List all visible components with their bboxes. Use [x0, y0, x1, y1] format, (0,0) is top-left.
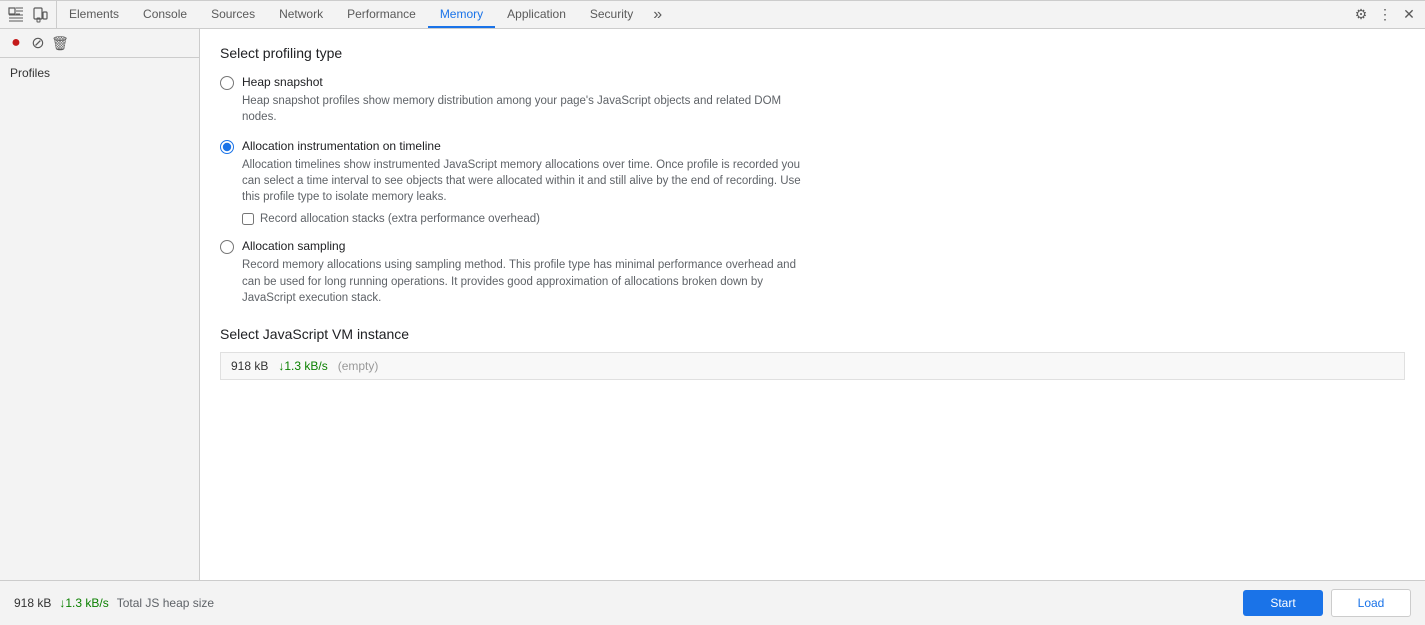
allocation-timeline-label: Allocation instrumentation on timeline: [242, 139, 802, 153]
tab-security[interactable]: Security: [578, 1, 645, 28]
allocation-timeline-option: Allocation instrumentation on timeline A…: [220, 139, 1405, 225]
devtools-tabs: Elements Console Sources Network Perform…: [57, 1, 1345, 28]
device-toggle-icon[interactable]: [30, 5, 50, 25]
inspect-icon[interactable]: [6, 5, 26, 25]
clear-profiles-icon[interactable]: 🗑: [52, 35, 68, 51]
allocation-timeline-content: Allocation instrumentation on timeline A…: [242, 139, 802, 225]
start-button[interactable]: Start: [1243, 590, 1323, 616]
allocation-timeline-radio[interactable]: [220, 140, 234, 154]
tab-performance[interactable]: Performance: [335, 1, 428, 28]
allocation-sampling-option: Allocation sampling Record memory alloca…: [220, 239, 1405, 305]
devtools-main: Select profiling type Heap snapshot Heap…: [200, 29, 1425, 580]
allocation-timeline-desc: Allocation timelines show instrumented J…: [242, 157, 802, 205]
allocation-sampling-desc: Record memory allocations using sampling…: [242, 257, 802, 305]
more-options-icon[interactable]: ⋮: [1375, 5, 1395, 25]
close-devtools-icon[interactable]: ✕: [1399, 5, 1419, 25]
tab-console[interactable]: Console: [131, 1, 199, 28]
heap-snapshot-label: Heap snapshot: [242, 75, 802, 89]
vm-instance-row[interactable]: 918 kB ↓1.3 kB/s (empty): [220, 352, 1405, 380]
devtools-bottom-bar: 918 kB ↓1.3 kB/s Total JS heap size Star…: [0, 580, 1425, 625]
tab-application[interactable]: Application: [495, 1, 578, 28]
bottom-heap-label: Total JS heap size: [117, 596, 214, 610]
heap-snapshot-content: Heap snapshot Heap snapshot profiles sho…: [242, 75, 802, 125]
record-stacks-label: Record allocation stacks (extra performa…: [260, 213, 540, 225]
allocation-sampling-content: Allocation sampling Record memory alloca…: [242, 239, 802, 305]
more-tabs-icon[interactable]: »: [645, 1, 670, 28]
vm-size: 918 kB: [231, 359, 268, 373]
vm-rate: ↓1.3 kB/s: [278, 359, 327, 373]
stop-icon[interactable]: ⊘: [30, 35, 46, 51]
heap-snapshot-radio[interactable]: [220, 76, 234, 90]
tab-memory[interactable]: Memory: [428, 1, 495, 28]
devtools-toolbar: Elements Console Sources Network Perform…: [0, 1, 1425, 29]
bottom-heap-size: 918 kB: [14, 596, 51, 610]
toolbar-icons-left: [0, 1, 57, 28]
profiling-type-title: Select profiling type: [220, 45, 1405, 61]
toolbar-icons-right: ⚙ ⋮ ✕: [1345, 1, 1425, 28]
tab-network[interactable]: Network: [267, 1, 335, 28]
devtools-sidebar: ● ⊘ 🗑 Profiles: [0, 29, 200, 580]
devtools-panel: Elements Console Sources Network Perform…: [0, 0, 1425, 625]
record-stacks-checkbox[interactable]: [242, 213, 254, 225]
allocation-sampling-radio[interactable]: [220, 240, 234, 254]
profiles-label: Profiles: [0, 58, 199, 88]
tab-elements[interactable]: Elements: [57, 1, 131, 28]
record-icon[interactable]: ●: [8, 35, 24, 51]
sidebar-content: Profiles: [0, 58, 199, 580]
load-button[interactable]: Load: [1331, 589, 1411, 617]
vm-instance-title: Select JavaScript VM instance: [220, 326, 1405, 342]
allocation-sampling-label: Allocation sampling: [242, 239, 802, 253]
tab-sources[interactable]: Sources: [199, 1, 267, 28]
vm-status: (empty): [338, 359, 379, 373]
heap-snapshot-desc: Heap snapshot profiles show memory distr…: [242, 93, 802, 125]
settings-icon[interactable]: ⚙: [1351, 5, 1371, 25]
bottom-stats: 918 kB ↓1.3 kB/s Total JS heap size: [14, 596, 1235, 610]
heap-snapshot-option: Heap snapshot Heap snapshot profiles sho…: [220, 75, 1405, 125]
sidebar-controls: ● ⊘ 🗑: [0, 29, 199, 58]
record-stacks-row: Record allocation stacks (extra performa…: [242, 213, 802, 225]
bottom-rate: ↓1.3 kB/s: [59, 596, 108, 610]
devtools-body: ● ⊘ 🗑 Profiles Select profiling type Hea…: [0, 29, 1425, 580]
